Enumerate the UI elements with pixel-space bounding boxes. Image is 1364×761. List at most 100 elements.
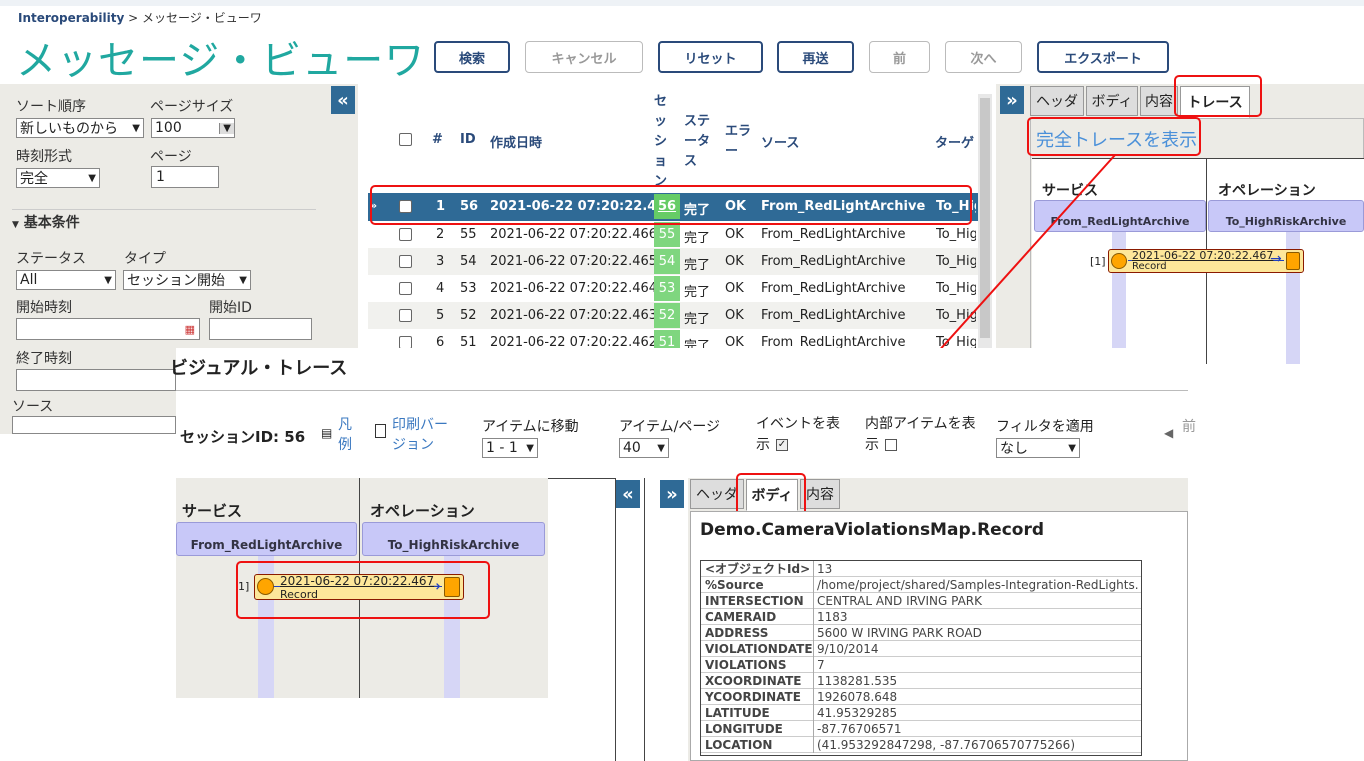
body-key: LOCATION: [705, 737, 773, 752]
cell-session[interactable]: 55: [654, 222, 680, 247]
header-session[interactable]: セッション: [654, 92, 668, 192]
body-row: LONGITUDE -87.76706571: [701, 721, 1141, 737]
mini-operation-header: オペレーション: [1218, 183, 1316, 199]
body-key: ADDRESS: [705, 625, 769, 640]
events-label: イベントを表示: [756, 416, 840, 453]
body-row: %Source/home/project/shared/Samples-Inte…: [701, 577, 1141, 593]
cell-session[interactable]: 52: [654, 303, 680, 328]
internal-checkbox[interactable]: [885, 439, 897, 451]
search-button[interactable]: 検索: [434, 41, 510, 73]
row-checkbox[interactable]: [399, 228, 412, 241]
operation-box[interactable]: To_HighRiskArchive: [362, 522, 545, 556]
expand-detail-button[interactable]: »: [660, 480, 684, 508]
start-time-input[interactable]: ▦: [16, 318, 200, 340]
resend-button[interactable]: 再送: [777, 41, 854, 73]
breadcrumb-root-link[interactable]: Interoperability: [18, 11, 124, 25]
perpage-select[interactable]: 40 ▼: [619, 438, 669, 458]
service-box[interactable]: From_RedLightArchive: [176, 522, 357, 556]
collapse-diagram-button[interactable]: «: [616, 480, 640, 508]
divider: [176, 390, 1188, 391]
body-separator: [813, 609, 814, 625]
row-checkbox[interactable]: [399, 255, 412, 268]
header-error[interactable]: エラー: [725, 122, 753, 162]
reset-button[interactable]: リセット: [658, 41, 763, 73]
body-value: 1138281.535: [817, 673, 898, 688]
next-button[interactable]: 次へ: [945, 41, 1022, 73]
body-value: 7: [817, 657, 825, 672]
body-key: VIOLATIONS: [705, 657, 787, 672]
cell-status: 完了: [684, 312, 711, 327]
source-input[interactable]: [12, 416, 176, 434]
body-value: 5600 W IRVING PARK ROAD: [817, 625, 982, 640]
header-source[interactable]: ソース: [761, 132, 799, 151]
basic-section-toggle[interactable]: ▼ 基本条件: [12, 212, 80, 232]
filter-select[interactable]: なし ▼: [996, 438, 1080, 458]
export-button[interactable]: エクスポート: [1037, 41, 1169, 73]
start-id-input[interactable]: [209, 318, 312, 340]
tab-contents[interactable]: 内容: [1140, 86, 1178, 116]
cell-id: 55: [460, 227, 477, 242]
prev-button[interactable]: 前: [869, 41, 930, 73]
cell-error: OK: [725, 308, 744, 323]
body-key: CAMERAID: [705, 609, 777, 624]
body-row: YCOORDINATE 1926078.648: [701, 689, 1141, 705]
header-id[interactable]: ID: [460, 132, 476, 147]
filter-value: なし: [1000, 441, 1028, 457]
type-select[interactable]: セッション開始 ▼: [123, 270, 251, 290]
body-row: VIOLATIONS 7: [701, 657, 1141, 673]
print-icon[interactable]: [375, 424, 386, 438]
body-key: LONGITUDE: [705, 721, 783, 736]
mini-msg-end-icon: [1286, 252, 1300, 270]
body-key: YCOORDINATE: [705, 689, 801, 704]
sort-select[interactable]: 新しいものから ▼: [16, 118, 144, 138]
body-key: VIOLATIONDATE: [705, 641, 813, 656]
pagesize-select[interactable]: 100 ▼: [151, 118, 235, 138]
tab-header[interactable]: ヘッダ: [1030, 86, 1084, 116]
cell-session[interactable]: 53: [654, 276, 680, 301]
status-select[interactable]: All ▼: [16, 270, 116, 290]
breadcrumb: Interoperability > メッセージ・ビューワ: [18, 9, 262, 26]
calendar-icon[interactable]: ▦: [185, 323, 195, 336]
cell-num: 2: [436, 227, 445, 242]
cell-created: 2021-06-22 07:20:22.465: [490, 254, 658, 269]
header-created[interactable]: 作成日時: [490, 132, 542, 151]
legend-link[interactable]: 凡例: [338, 415, 358, 455]
tab-body[interactable]: ボディ: [1086, 86, 1138, 116]
collapse-filter-button[interactable]: «: [331, 86, 355, 114]
header-status[interactable]: ステータス: [684, 112, 714, 172]
trace-tab-contents[interactable]: 内容: [800, 479, 840, 509]
basic-section-title: 基本条件: [23, 215, 80, 231]
legend-icon[interactable]: ▤: [321, 426, 332, 440]
mini-operation-box[interactable]: To_HighRiskArchive: [1208, 200, 1364, 232]
header-target[interactable]: ターゲ: [935, 132, 974, 151]
select-all-checkbox[interactable]: [399, 133, 412, 146]
events-checkbox[interactable]: ✓: [776, 439, 788, 451]
timeformat-select[interactable]: 完全 ▼: [16, 168, 100, 188]
row-checkbox[interactable]: [399, 282, 412, 295]
body-value: -87.76706571: [817, 721, 902, 736]
print-link[interactable]: 印刷バージョン: [392, 415, 456, 455]
chevron-down-icon: ▼: [219, 122, 234, 134]
body-row: VIOLATIONDATE 9/10/2014: [701, 641, 1141, 657]
chevron-down-icon: ▼: [1068, 442, 1076, 454]
goto-select[interactable]: 1 - 1 ▼: [482, 438, 538, 458]
header-num[interactable]: #: [432, 132, 443, 147]
body-separator: [813, 641, 814, 657]
cell-id: 54: [460, 254, 477, 269]
cell-error: OK: [725, 254, 744, 269]
page-title: メッセージ・ビューワ: [16, 38, 426, 84]
cancel-button[interactable]: キャンセル: [525, 41, 643, 73]
body-row: LOCATION (41.953292847298, -87.7670657077…: [701, 737, 1141, 753]
body-separator: [813, 689, 814, 705]
body-value: 1183: [817, 609, 848, 624]
chevron-left-icon[interactable]: ◀: [1164, 426, 1173, 440]
row-checkbox[interactable]: [399, 309, 412, 322]
cell-error: OK: [725, 227, 744, 242]
page-input[interactable]: 1: [151, 166, 219, 188]
cell-session[interactable]: 54: [654, 249, 680, 274]
body-key: INTERSECTION: [705, 593, 804, 608]
divider: [12, 209, 316, 210]
expand-detail-button[interactable]: »: [1000, 86, 1024, 114]
end-time-input[interactable]: [16, 369, 176, 391]
body-row: <オブジェクトId> 13: [701, 561, 1141, 577]
